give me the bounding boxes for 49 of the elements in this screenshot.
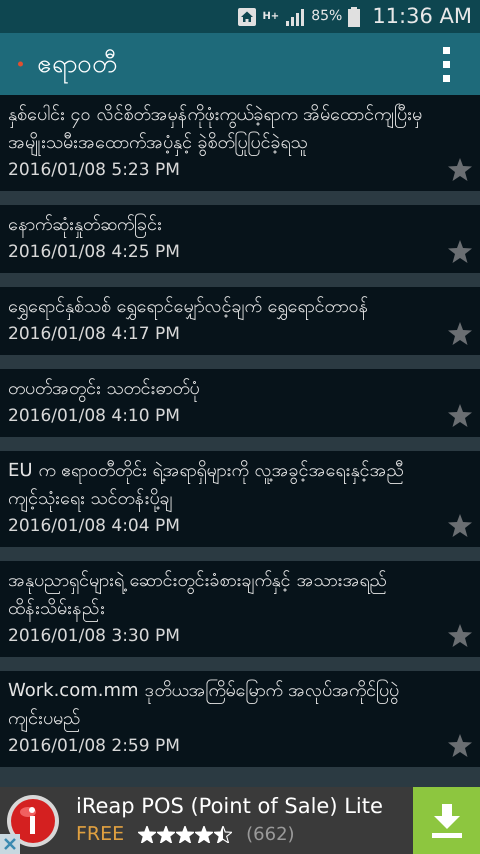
rating-count: (662) — [246, 823, 295, 847]
article-title: နှစ်ပေါင်း ၄၀ လိင်စိတ်အမှန်ကိုဖုံးကွယ်ခဲ့ရာက အိမ်ထောင်ကျပြီးမှ အမျိုးသမီးအထောက်အပံ့နှင့် ခွဲစိတ်ပြုပြင်ခဲ့ရသူ — [8, 101, 448, 157]
article-title: Work.com.mm ဒုတိယအကြိမ်မြောက် အလုပ်အကိုင်ပြပွဲ ကျင်းပမည် — [8, 677, 448, 733]
signal-icon — [285, 8, 306, 26]
article-row[interactable]: တပတ်အတွင်း သတင်းဓာတ်ပုံ 2016/01/08 4:10 PM — [0, 369, 480, 437]
article-date: 2016/01/08 4:17 PM — [8, 323, 181, 346]
download-icon — [432, 804, 462, 838]
article-title: တပတ်အတွင်း သတင်းဓာတ်ပုံ — [8, 375, 448, 403]
article-date: 2016/01/08 4:25 PM — [8, 241, 181, 264]
app-logo-icon — [6, 794, 60, 848]
network-type: H+ — [262, 12, 280, 22]
rating-star-icon — [176, 826, 194, 843]
article-date: 2016/01/08 4:10 PM — [8, 405, 181, 428]
price-label: FREE — [76, 822, 124, 848]
star-icon[interactable] — [448, 322, 472, 345]
rating-star-icon — [195, 826, 214, 843]
article-row[interactable]: EU က ဧရာဝတီတိုင်း ရဲ့အရာရှိများကို လူ့အခွင့်အရေးနှင့်အညီ ကျင့်သုံးရေး သင်တန်းပို့ချ 2016/01/08 4:04 PM — [0, 451, 480, 547]
rating-star-icon — [138, 826, 156, 843]
app-title: ဧရာဝတီ — [37, 44, 118, 84]
star-icon[interactable] — [448, 624, 472, 647]
overflow-menu-button[interactable] — [443, 44, 450, 84]
article-row[interactable]: ရွှေရောင်နှစ်သစ် ရွှေရောင်မျှော်လင့်ချက် ရွှေရောင်တာဝန် 2016/01/08 4:17 PM — [0, 287, 480, 355]
article-date: 2016/01/08 2:59 PM — [8, 735, 181, 758]
article-title: ရွှေရောင်နှစ်သစ် ရွှေရောင်မျှော်လင့်ချက် ရွှေရောင်တာဝန် — [8, 293, 448, 321]
article-row[interactable]: နှစ်ပေါင်း ၄၀ လိင်စိတ်အမှန်ကိုဖုံးကွယ်ခဲ့ရာက အိမ်ထောင်ကျပြီးမှ အမျိုးသမီးအထောက်အပံ့နှင့် ခွဲစိတ်ပြုပြင်ခဲ့ရသူ 2016/01/08 5:23 PM — [0, 95, 480, 191]
article-title: EU က ဧရာဝတီတိုင်း ရဲ့အရာရှိများကို လူ့အခွင့်အရေးနှင့်အညီ ကျင့်သုံးရေး သင်တန်းပို့ချ — [8, 457, 448, 513]
article-row[interactable]: Work.com.mm ဒုတိယအကြိမ်မြောက် အလုပ်အကိုင်ပြပွဲ ကျင်းပမည် 2016/01/08 2:59 PM — [0, 671, 480, 767]
home-icon — [238, 8, 256, 26]
rating-star-icon — [214, 826, 232, 843]
battery-percent: 85% — [311, 7, 342, 26]
article-title: အနုပညာရှင်များရဲ့ ဆောင်းတွင်းခံစားချက်နှင့် အသားအရည်ထိန်းသိမ်းနည်း — [8, 567, 448, 623]
battery-icon — [348, 6, 360, 26]
star-icon[interactable] — [448, 514, 472, 537]
article-date: 2016/01/08 4:04 PM — [8, 515, 181, 538]
close-icon[interactable] — [0, 834, 20, 854]
app-logo-icon — [18, 61, 23, 67]
article-title: နောက်ဆုံးနှုတ်ဆက်ခြင်း — [8, 211, 448, 239]
article-date: 2016/01/08 3:30 PM — [8, 625, 181, 648]
rating-star-icon — [157, 826, 176, 843]
star-icon[interactable] — [448, 240, 472, 263]
star-icon[interactable] — [448, 158, 472, 181]
article-row[interactable]: အနုပညာရှင်များရဲ့ ဆောင်းတွင်းခံစားချက်နှင့် အသားအရည်ထိန်းသိမ်းနည်း 2016/01/08 3:30 PM — [0, 561, 480, 657]
clock: 11:36 AM — [372, 2, 472, 30]
star-icon[interactable] — [448, 404, 472, 427]
article-row[interactable]: နောက်ဆုံးနှုတ်ဆက်ခြင်း 2016/01/08 4:25 PM — [0, 205, 480, 273]
download-button[interactable] — [413, 787, 480, 854]
ad-app-title[interactable]: iReap POS (Point of Sale) Lite — [76, 792, 413, 820]
star-icon[interactable] — [448, 734, 472, 757]
article-date: 2016/01/08 5:23 PM — [8, 159, 181, 182]
